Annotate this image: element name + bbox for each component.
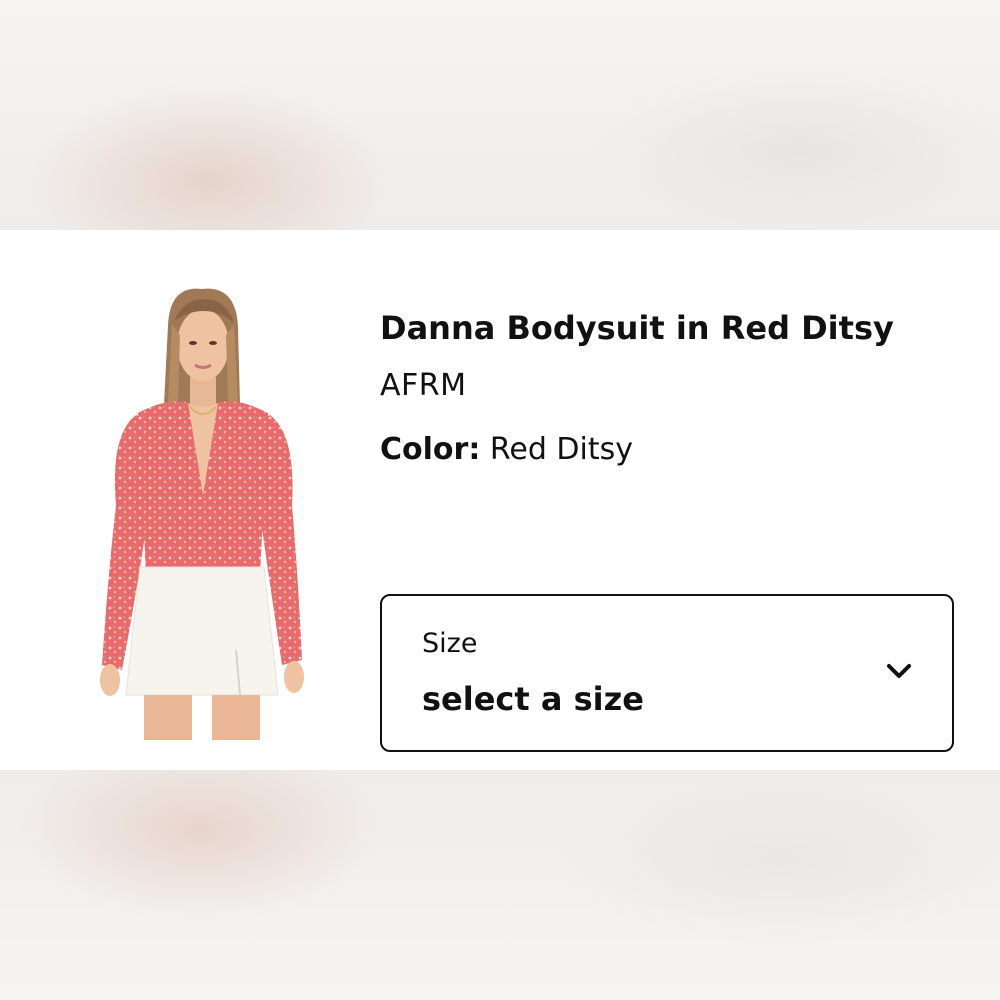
size-select[interactable]: Size select a size: [380, 594, 954, 752]
product-brand[interactable]: AFRM: [380, 368, 960, 404]
blurred-background-top: [0, 0, 1000, 230]
blurred-background-bottom: [0, 770, 1000, 1000]
product-card: Danna Bodysuit in Red Ditsy AFRM Color: …: [0, 230, 1000, 770]
product-image[interactable]: [88, 285, 316, 740]
color-label: Color:: [380, 432, 481, 468]
product-title: Danna Bodysuit in Red Ditsy: [380, 309, 894, 347]
size-select-label: Size: [422, 628, 478, 659]
color-value: Red Ditsy: [489, 432, 633, 468]
product-color: Color: Red Ditsy: [380, 433, 960, 468]
size-select-value: select a size: [422, 680, 644, 718]
chevron-down-icon: [887, 664, 911, 678]
product-info: Danna Bodysuit in Red Ditsy AFRM Color: …: [380, 310, 960, 468]
model-illustration: [100, 288, 304, 740]
